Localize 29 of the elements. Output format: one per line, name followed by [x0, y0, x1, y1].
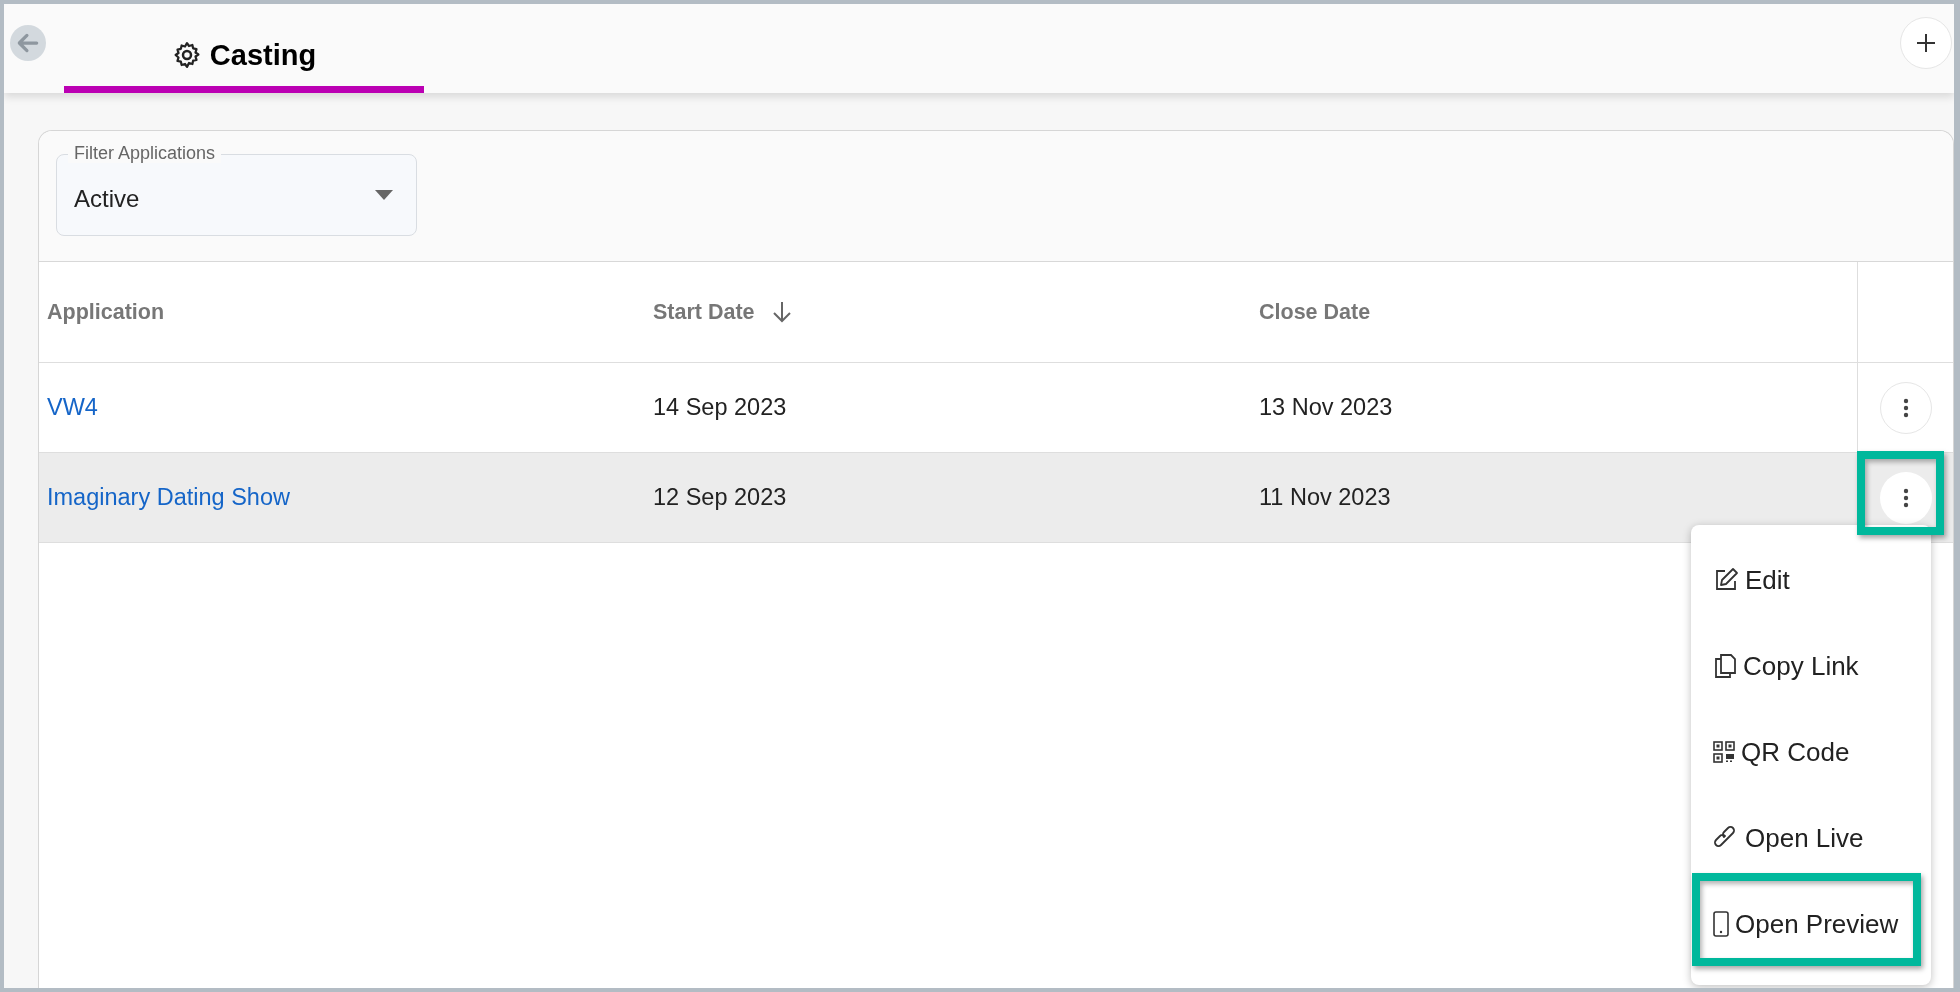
field-label: Filter Applications [68, 143, 222, 163]
menu-item[interactable]: Open Preview [1691, 881, 1931, 967]
plus-icon [1915, 31, 1937, 54]
table-cell: 13 Nov 2023 [1259, 394, 1393, 421]
column-header[interactable]: Start Date [653, 299, 755, 325]
more-icon [1902, 397, 1909, 418]
qr-code-icon [1713, 741, 1735, 763]
menu-item[interactable]: Copy Link [1691, 623, 1931, 709]
table-row[interactable]: Imaginary Dating Show 12 Sep 2023 11 Nov 2023 [39, 453, 1953, 543]
pencil-icon [1713, 567, 1739, 593]
table-cell: 14 Sep 2023 [653, 394, 787, 421]
caret-icon [375, 190, 393, 200]
copy-icon [1713, 653, 1737, 679]
column-header[interactable]: Close Date [1259, 299, 1371, 325]
arrow-down-icon [770, 300, 793, 324]
menu-item[interactable]: Open Live [1691, 795, 1931, 881]
phone-icon [1713, 911, 1729, 937]
menu-item[interactable]: QR Code [1691, 709, 1931, 795]
application-link[interactable]: Imaginary Dating Show [47, 484, 290, 511]
table-cell: 12 Sep 2023 [653, 484, 787, 511]
filter-dropdown[interactable]: Filter Applications Active [56, 143, 417, 236]
field-value: Active [74, 185, 141, 213]
back-button[interactable] [10, 24, 46, 61]
table-cell: 11 Nov 2023 [1259, 484, 1391, 511]
more-icon [1902, 487, 1909, 508]
column-header[interactable]: Application [47, 299, 165, 325]
tab[interactable]: Casting [64, 4, 424, 93]
table-row[interactable]: VW4 14 Sep 2023 13 Nov 2023 [39, 363, 1953, 453]
application-link[interactable]: VW4 [47, 394, 98, 421]
